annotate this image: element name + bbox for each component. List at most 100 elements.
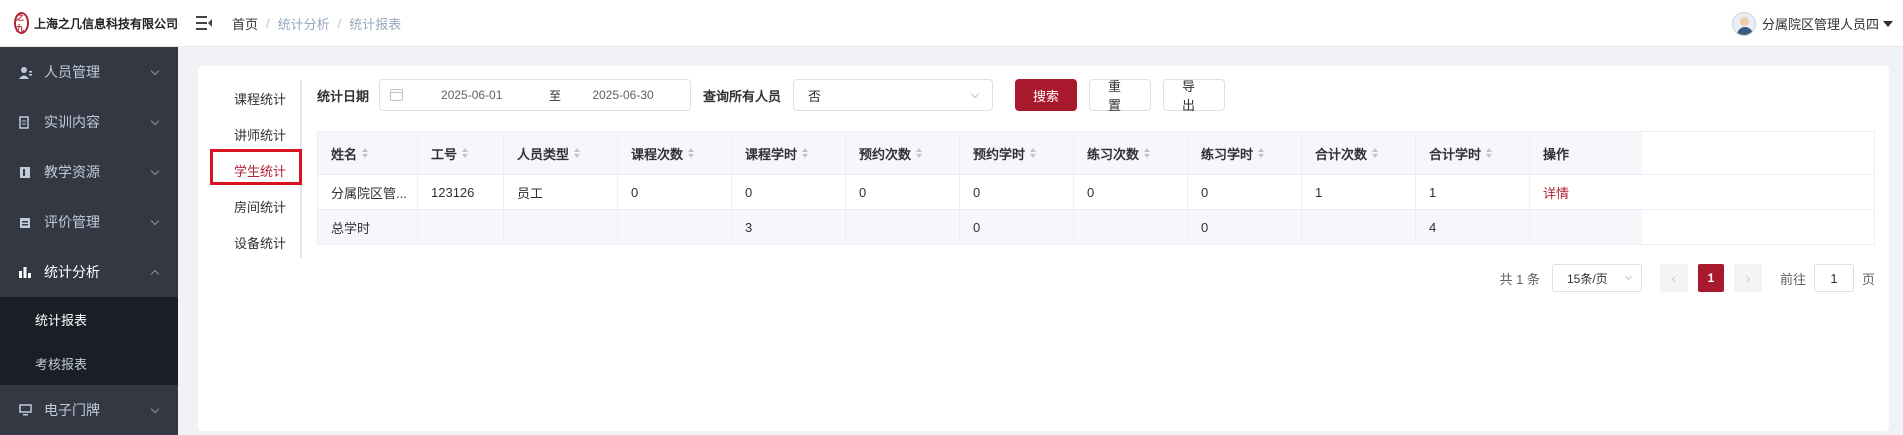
filter-bar: 统计日期 2025-06-01 至 2025-06-30 查询所有人员 否 搜索… <box>317 79 1226 113</box>
caret-down-icon[interactable] <box>1883 20 1893 27</box>
breadcrumb-home[interactable]: 首页 <box>232 14 258 33</box>
logo[interactable]: 之九 上海之几信息科技有限公司 <box>0 0 178 47</box>
date-range-picker[interactable]: 2025-06-01 至 2025-06-30 <box>379 79 692 111</box>
tab-device-stats[interactable]: 设备统计 <box>198 224 300 260</box>
breadcrumb-separator: / <box>266 15 270 31</box>
sidebar-item-statistics[interactable]: 统计分析 <box>0 247 178 297</box>
column-header-label: 练习学时 <box>1201 146 1254 162</box>
company-name: 上海之几信息科技有限公司 <box>33 16 178 31</box>
column-header-label: 工号 <box>431 146 458 162</box>
tab-course-stats[interactable]: 课程统计 <box>198 80 300 116</box>
sort-caret-icon[interactable] <box>574 148 581 158</box>
search-button[interactable]: 搜索 <box>1015 79 1078 111</box>
sort-caret-icon[interactable] <box>1144 148 1151 158</box>
column-header-type[interactable]: 人员类型 <box>504 132 618 174</box>
sidebar-item-evaluation[interactable]: 评价管理 <box>0 197 178 247</box>
column-header-course-hours[interactable]: 课程学时 <box>732 132 846 174</box>
tab-room-stats[interactable]: 房间统计 <box>198 188 300 224</box>
sort-caret-icon[interactable] <box>462 148 469 158</box>
chevron-down-icon <box>150 116 160 126</box>
sidebar-subitem-stat-report[interactable]: 统计报表 <box>0 297 178 341</box>
query-all-select[interactable]: 否 <box>793 79 994 111</box>
chevron-down-icon <box>150 66 160 76</box>
start-date-input[interactable]: 2025-06-01 <box>441 88 533 102</box>
column-header-label: 操作 <box>1543 146 1570 162</box>
export-button[interactable]: 导出 <box>1163 79 1226 113</box>
column-header-label: 姓名 <box>331 146 358 162</box>
page-size-select[interactable]: 15条/页 <box>1551 264 1642 292</box>
date-label: 统计日期 <box>317 88 370 104</box>
sidebar: 人员管理 实训内容 教学资源 评价管理 统计分析 统计报表 考核报表 电子门牌 <box>0 47 178 435</box>
table-cell: 1 <box>1416 175 1530 209</box>
bar-chart-icon <box>18 265 32 279</box>
sidebar-subitem-exam-report[interactable]: 考核报表 <box>0 341 178 385</box>
sidebar-item-personnel[interactable]: 人员管理 <box>0 47 178 97</box>
summary-cell: 总学时 <box>318 210 418 244</box>
sort-caret-icon[interactable] <box>916 148 923 158</box>
menu-toggle-icon[interactable] <box>196 16 212 30</box>
column-header-booking-count[interactable]: 预约次数 <box>846 132 960 174</box>
summary-cell <box>504 210 618 244</box>
sidebar-item-e-doorplate[interactable]: 电子门牌 <box>0 385 178 435</box>
goto-label: 前往 <box>1779 271 1806 287</box>
main-panel: 课程统计 讲师统计 学生统计 房间统计 设备统计 统计日期 2025-06-01… <box>198 66 1889 431</box>
page-number-current[interactable]: 1 <box>1697 264 1724 292</box>
column-header-name[interactable]: 姓名 <box>318 132 418 174</box>
column-header-actions: 操作 <box>1530 132 1642 174</box>
summary-cell <box>846 210 960 244</box>
prev-page-button[interactable]: ‹ <box>1659 264 1688 292</box>
query-all-value: 否 <box>808 88 822 104</box>
user-name[interactable]: 分属院区管理人员四 <box>1762 14 1879 33</box>
query-all-label: 查询所有人员 <box>703 88 782 104</box>
page-suffix: 页 <box>1861 271 1875 287</box>
sort-caret-icon[interactable] <box>802 148 809 158</box>
sort-caret-icon[interactable] <box>1030 148 1037 158</box>
stats-table: 姓名 工号 人员类型 课程次数 课程学时 预约次数 预约学时 练习次数 练习学时 合计次数 合计学时… <box>317 131 1875 245</box>
reset-button[interactable]: 重置 <box>1089 79 1152 113</box>
details-link[interactable]: 详情 <box>1530 175 1642 209</box>
column-header-id[interactable]: 工号 <box>418 132 504 174</box>
statistics-submenu: 统计报表 考核报表 <box>0 297 178 385</box>
column-header-label: 预约次数 <box>859 146 912 162</box>
column-header-course-count[interactable]: 课程次数 <box>618 132 732 174</box>
column-header-practice-count[interactable]: 练习次数 <box>1074 132 1188 174</box>
sort-caret-icon[interactable] <box>1258 148 1265 158</box>
sort-caret-icon[interactable] <box>688 148 695 158</box>
table-cell: 员工 <box>504 175 618 209</box>
summary-cell <box>1302 210 1416 244</box>
page-size-value: 15条/页 <box>1566 271 1608 286</box>
column-header-label: 练习次数 <box>1087 146 1140 162</box>
summary-row: 总学时 3 0 0 4 <box>318 210 1874 244</box>
next-page-button[interactable]: › <box>1733 264 1762 292</box>
sidebar-item-resources[interactable]: 教学资源 <box>0 147 178 197</box>
chevron-down-icon <box>150 166 160 176</box>
end-date-input[interactable]: 2025-06-30 <box>577 88 669 102</box>
sort-caret-icon[interactable] <box>362 148 369 158</box>
table-cell: 1 <box>1302 175 1416 209</box>
sidebar-item-label: 电子门牌 <box>44 402 100 418</box>
table-cell: 0 <box>960 175 1074 209</box>
column-header-total-hours[interactable]: 合计学时 <box>1416 132 1530 174</box>
column-header-practice-hours[interactable]: 练习学时 <box>1188 132 1302 174</box>
table-cell: 0 <box>732 175 846 209</box>
calendar-icon <box>390 89 404 101</box>
sort-caret-icon[interactable] <box>1372 148 1379 158</box>
table-cell: 0 <box>618 175 732 209</box>
breadcrumb-stat-analysis: 统计分析 <box>277 16 330 32</box>
column-header-label: 合计次数 <box>1315 146 1368 162</box>
sidebar-item-training[interactable]: 实训内容 <box>0 97 178 147</box>
column-header-total-count[interactable]: 合计次数 <box>1302 132 1416 174</box>
summary-cell <box>418 210 504 244</box>
user-icon <box>18 65 32 79</box>
summary-cell <box>1530 210 1642 244</box>
summary-cell: 0 <box>960 210 1074 244</box>
tab-lecturer-stats[interactable]: 讲师统计 <box>198 116 300 152</box>
active-tab-highlight-box <box>210 149 302 185</box>
clipboard-icon <box>18 215 32 229</box>
sort-caret-icon[interactable] <box>1486 148 1493 158</box>
avatar[interactable] <box>1731 11 1756 36</box>
book-icon <box>18 165 32 179</box>
goto-page-input[interactable]: 1 <box>1813 264 1854 292</box>
column-header-booking-hours[interactable]: 预约学时 <box>960 132 1074 174</box>
user-menu[interactable]: 分属院区管理人员四 <box>1731 0 1893 47</box>
